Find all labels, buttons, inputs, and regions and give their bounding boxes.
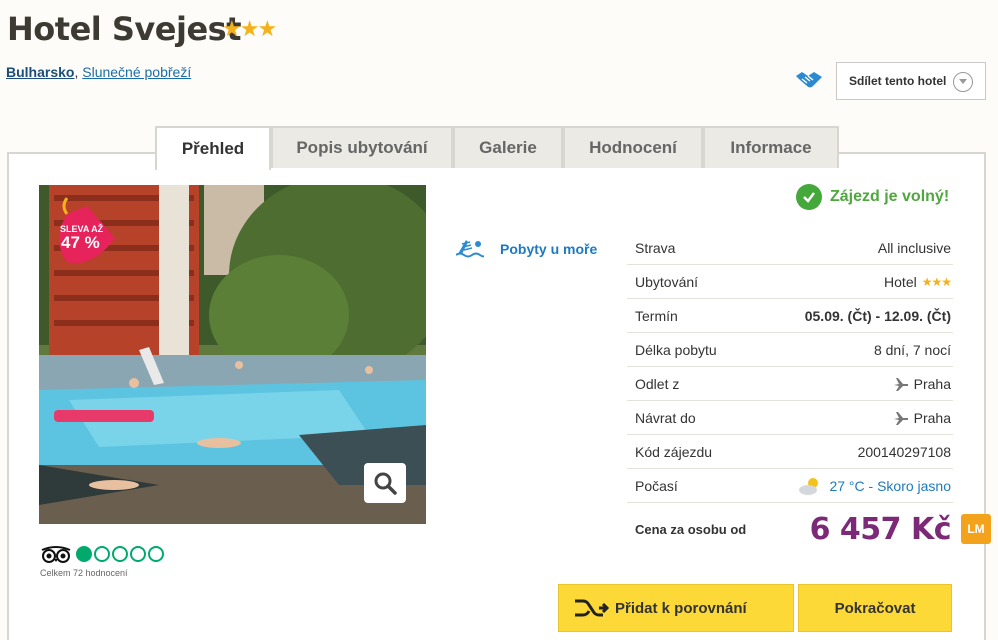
sun-cloud-icon [799,477,819,495]
price-label: Cena za osobu od [635,521,747,537]
add-to-compare-button[interactable]: Přidat k porovnání [558,584,794,632]
detail-value[interactable]: 27 °C - Skoro jasno [798,476,951,496]
detail-row-pocasi: Počasí 27 °C - Skoro jasno [627,469,953,503]
detail-value: Hotel ★★★ [884,273,952,290]
rating-count: Celkem 72 hodnocení [40,568,128,578]
compare-arrows-icon [575,599,609,617]
detail-label: Návrat do [635,409,696,426]
tab-informace[interactable]: Informace [703,126,839,168]
tab-hodnoceni[interactable]: Hodnocení [563,126,703,168]
detail-row-termin: Termín 05.09. (Čt) - 12.09. (Čt) [627,299,953,333]
detail-label: Strava [635,239,676,256]
return-city: Praha [913,409,951,426]
detail-value: All inclusive [877,239,951,256]
chevron-down-icon [953,72,973,92]
breadcrumb: Bulharsko, Slunečné pobřeží [6,64,191,80]
magnifier-icon [374,472,397,495]
detail-value: Praha [893,410,951,426]
tripadvisor-rating [76,546,164,562]
availability-label: Zájezd je volný! [830,188,950,205]
detail-row-odlet: Odlet z Praha [627,367,953,401]
rating-bubble-empty [94,546,110,562]
rating-bubble-full [76,546,92,562]
category-link[interactable]: Pobyty u moře [500,241,597,257]
share-hotel-label: Sdílet tento hotel [849,74,947,88]
weather-text: 27 °C - Skoro jasno [829,477,951,494]
price-value: 6 457 Kč [809,511,952,547]
availability-status: Zájezd je volný! [796,184,949,210]
accommodation-type: Hotel [884,273,917,290]
hotel-tabs: Přehled Popis ubytování Galerie Hodnocen… [155,126,839,170]
breadcrumb-region-link[interactable]: Slunečné pobřeží [82,64,191,80]
plane-icon [893,411,908,425]
detail-label: Odlet z [635,375,680,392]
detail-row-navrat: Návrat do Praha [627,401,953,435]
tab-galerie[interactable]: Galerie [453,126,563,168]
plane-icon [893,377,908,391]
detail-row-delka: Délka pobytu 8 dní, 7 nocí [627,333,953,367]
detail-label: Ubytování [635,273,699,290]
detail-value: 8 dní, 7 nocí [873,341,951,358]
detail-label: Počasí [635,477,678,494]
detail-label: Délka pobytu [635,341,717,358]
tab-prehled[interactable]: Přehled [155,126,271,170]
rating-bubble-empty [112,546,128,562]
detail-label: Kód zájezdu [635,443,713,460]
compare-label: Přidat k porovnání [615,599,747,617]
detail-label: Termín [635,307,678,324]
departure-city: Praha [913,375,951,392]
accommodation-stars: ★★★ [921,274,952,289]
detail-row-ubytovani: Ubytování Hotel ★★★ [627,265,953,299]
tab-popis-ubytovani[interactable]: Popis ubytování [271,126,453,168]
continue-button[interactable]: Pokračovat [798,584,952,632]
discount-badge-value: 47 % [61,233,100,252]
handshake-icon[interactable] [795,68,823,92]
zoom-button[interactable] [364,463,406,503]
detail-row-strava: Strava All inclusive [627,231,953,265]
trip-details: Strava All inclusive Ubytování Hotel ★★★… [627,231,953,555]
rating-bubble-empty [130,546,146,562]
price-row: Cena za osobu od 6 457 Kč [627,503,953,555]
last-minute-badge: LM [961,514,991,544]
share-hotel-button[interactable]: Sdílet tento hotel [836,62,986,100]
detail-value: 200140297108 [857,443,951,460]
hotel-stars: ★★★ [222,16,277,41]
detail-value: 05.09. (Čt) - 12.09. (Čt) [804,307,951,324]
tripadvisor-owl-icon [41,546,71,563]
detail-row-kod: Kód zájezdu 200140297108 [627,435,953,469]
breadcrumb-country-link[interactable]: Bulharsko [6,64,74,80]
detail-value: Praha [893,376,951,392]
breadcrumb-separator: , [74,64,79,80]
hotel-title: Hotel Svejest [7,10,242,48]
rating-bubble-empty [148,546,164,562]
sea-icon [456,240,484,258]
check-icon [796,184,822,210]
